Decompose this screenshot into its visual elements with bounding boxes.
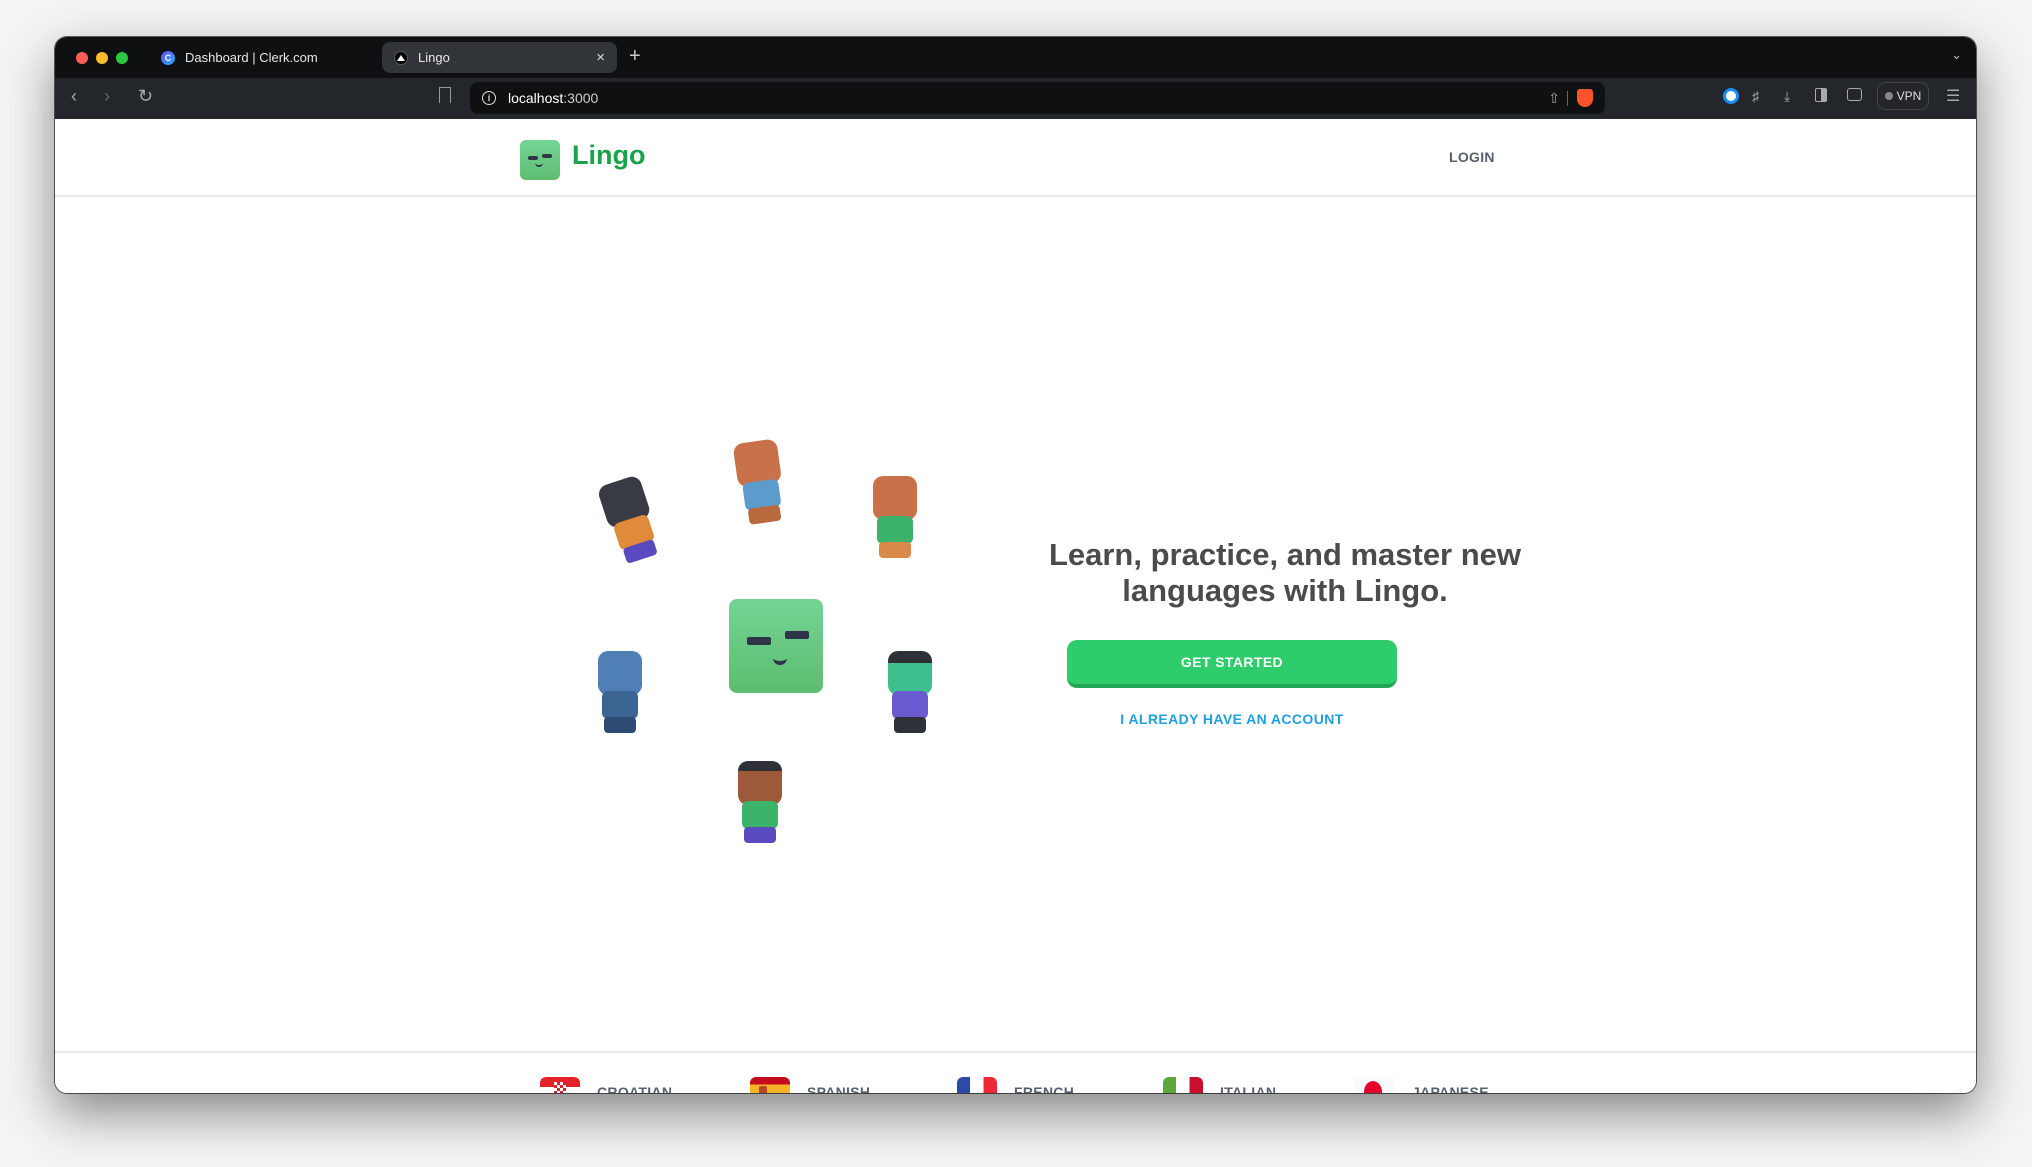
get-started-button[interactable]: GET STARTED: [1067, 640, 1397, 688]
croatia-flag-icon: [540, 1077, 580, 1093]
sidebar-icon[interactable]: [1815, 88, 1827, 102]
tab-bar: C Dashboard | Clerk.com Lingo × + ⌄: [55, 37, 1976, 78]
vercel-icon: [394, 50, 408, 65]
close-window-button[interactable]: [76, 52, 88, 64]
character-girl-red-hair: [714, 432, 806, 532]
language-french[interactable]: FRENCH: [957, 1076, 1074, 1093]
language-italian[interactable]: ITALIAN: [1163, 1076, 1276, 1093]
browser-toolbar: ‹ › ↻ i localhost:3000 ⇧ ♯ ⤓ VPN ☰: [55, 78, 1976, 119]
bookmark-icon[interactable]: [439, 87, 451, 103]
menu-icon[interactable]: ☰: [1946, 86, 1960, 106]
character-girl-headband: [720, 757, 800, 847]
vpn-button[interactable]: VPN: [1877, 82, 1929, 110]
language-footer: CROATIAN SPANISH FRENCH ITALIAN JAPANESE: [55, 1051, 1976, 1093]
chevron-down-icon[interactable]: ⌄: [1951, 47, 1962, 63]
site-header: Lingo LOGIN: [55, 119, 1976, 197]
site-info-icon[interactable]: i: [482, 91, 496, 105]
minimize-window-button[interactable]: [96, 52, 108, 64]
new-tab-button[interactable]: +: [629, 45, 641, 68]
tab-title: Lingo: [418, 50, 450, 65]
italy-flag-icon: [1163, 1077, 1203, 1093]
character-man-mustache: [578, 465, 682, 575]
browser-window: C Dashboard | Clerk.com Lingo × + ⌄ ‹ › …: [55, 37, 1976, 1093]
character-boy-green-shirt: [855, 472, 935, 562]
lingo-mascot: [729, 599, 823, 693]
japan-flag-icon: [1355, 1077, 1395, 1093]
have-account-link[interactable]: I ALREADY HAVE AN ACCOUNT: [1067, 711, 1397, 727]
tab-clerk-dashboard[interactable]: C Dashboard | Clerk.com: [149, 42, 379, 73]
logo-mascot-icon[interactable]: [520, 140, 560, 180]
share-icon[interactable]: ⇧: [1548, 90, 1560, 107]
tab-title: Dashboard | Clerk.com: [185, 50, 318, 65]
clerk-icon: C: [161, 50, 175, 65]
character-zombie: [870, 647, 950, 737]
hero-headline: Learn, practice, and master new language…: [1048, 537, 1522, 608]
character-robot: [580, 647, 660, 737]
spain-flag-icon: [750, 1077, 790, 1093]
password-manager-icon[interactable]: [1723, 88, 1739, 104]
login-button[interactable]: LOGIN: [1449, 149, 1495, 165]
url-text[interactable]: localhost:3000: [508, 90, 598, 106]
address-bar[interactable]: i localhost:3000 ⇧: [470, 82, 1605, 114]
close-tab-icon[interactable]: ×: [596, 49, 605, 66]
language-croatian[interactable]: CROATIAN: [540, 1076, 672, 1093]
back-button[interactable]: ‹: [71, 86, 77, 107]
hero-illustration: [570, 437, 990, 857]
reload-button[interactable]: ↻: [138, 86, 153, 107]
tab-lingo[interactable]: Lingo ×: [382, 42, 617, 73]
downloads-icon[interactable]: ⤓: [1784, 88, 1790, 105]
forward-button[interactable]: ›: [104, 86, 110, 107]
page-content: Lingo LOGIN Learn, practice, and master …: [55, 119, 1976, 1093]
france-flag-icon: [957, 1077, 997, 1093]
divider: [1567, 91, 1568, 106]
wallet-icon[interactable]: [1847, 88, 1862, 101]
logo-text[interactable]: Lingo: [572, 140, 645, 171]
brave-shields-icon[interactable]: [1577, 89, 1593, 107]
maximize-window-button[interactable]: [116, 52, 128, 64]
language-japanese[interactable]: JAPANESE: [1355, 1076, 1489, 1093]
extensions-icon[interactable]: ♯: [1752, 88, 1759, 104]
vpn-status-icon: [1884, 92, 1893, 100]
language-spanish[interactable]: SPANISH: [750, 1076, 870, 1093]
